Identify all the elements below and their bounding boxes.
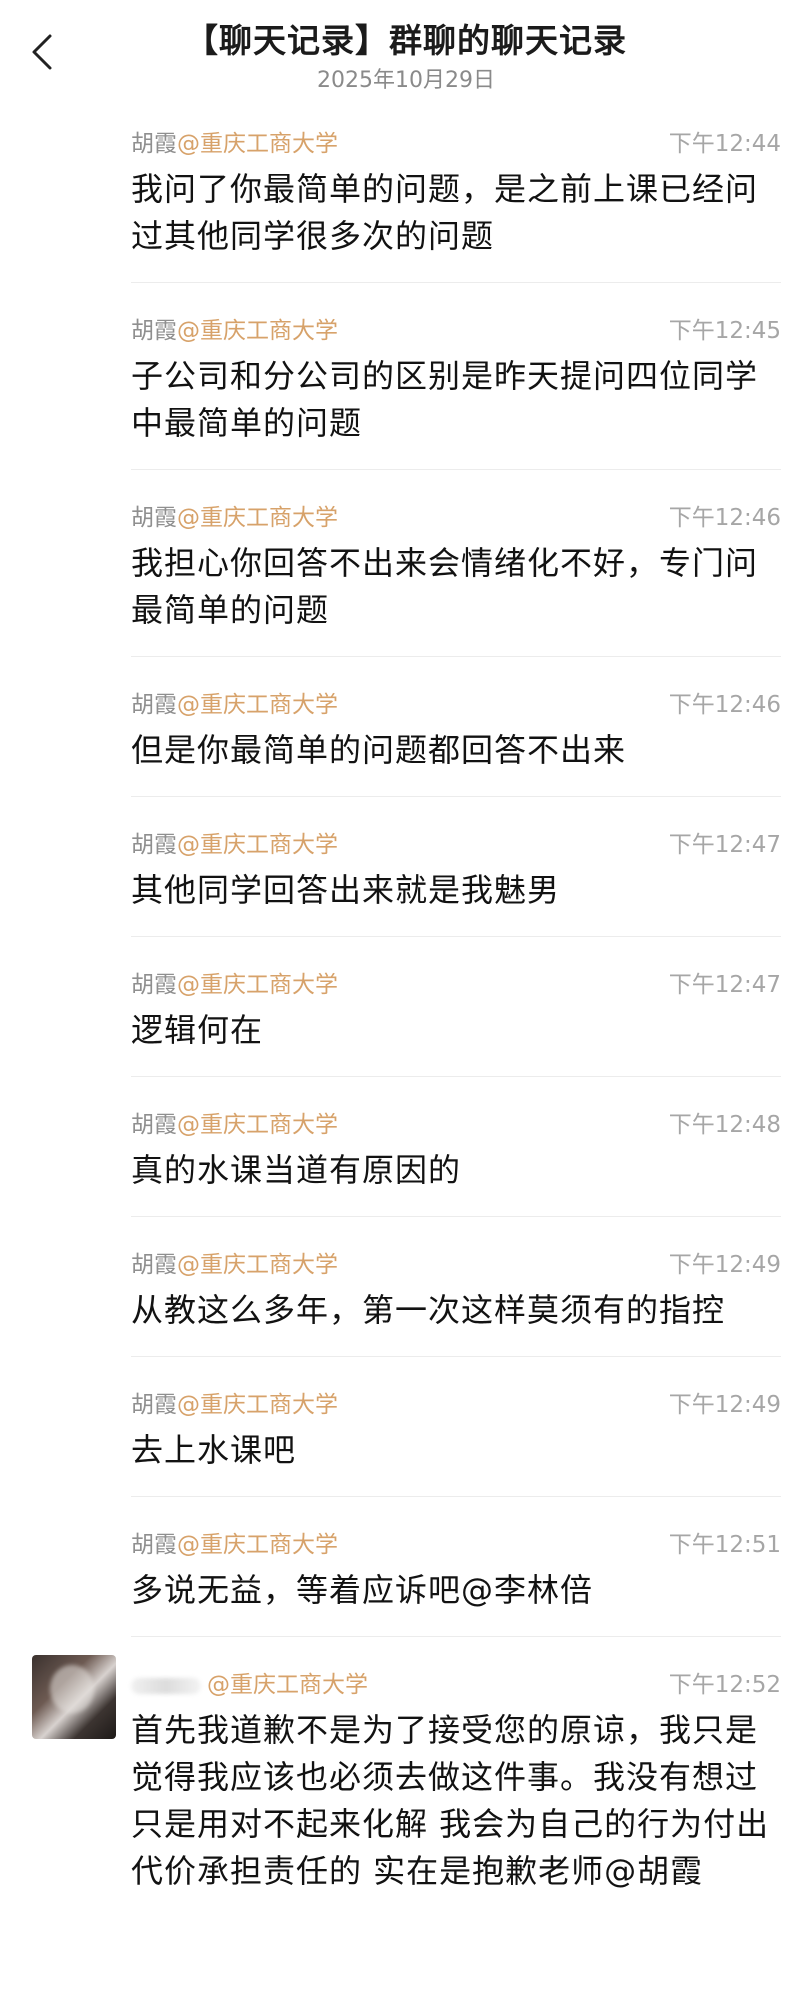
message-time: 下午12:45 [668, 318, 781, 344]
message-time: 下午12:49 [668, 1392, 781, 1418]
message-list: 胡霞@重庆工商大学 下午12:44 我问了你最简单的问题，是之前上课已经问过其他… [0, 96, 812, 1917]
page-title: 【聊天记录】群聊的聊天记录 [185, 21, 627, 60]
message-text[interactable]: 从教这么多年，第一次这样莫须有的指控 [131, 1287, 781, 1334]
message-text[interactable]: 我问了你最简单的问题，是之前上课已经问过其他同学很多次的问题 [131, 166, 781, 260]
message-meta: 胡霞@重庆工商大学 下午12:51 [131, 1530, 781, 1560]
sender-org: @重庆工商大学 [177, 318, 338, 344]
sender-name[interactable]: 胡霞 [131, 692, 177, 718]
message-meta: 胡霞@重庆工商大学 下午12:45 [131, 316, 781, 346]
sender-name[interactable]: 胡霞 [131, 505, 177, 531]
message-text[interactable]: 真的水课当道有原因的 [131, 1147, 781, 1194]
sender-name[interactable]: 胡霞 [131, 1532, 177, 1558]
message-text[interactable]: 我担心你回答不出来会情绪化不好，专门问最简单的问题 [131, 540, 781, 634]
message-text[interactable]: 多说无益，等着应诉吧@李林倍 [131, 1567, 781, 1614]
sender-name[interactable]: 胡霞 [131, 1252, 177, 1278]
message-text[interactable]: 去上水课吧 [131, 1427, 781, 1474]
message-text[interactable]: 子公司和分公司的区别是昨天提问四位同学中最简单的问题 [131, 353, 781, 447]
chat-header: 【聊天记录】群聊的聊天记录 2025年10月29日 [0, 0, 812, 100]
sender-name[interactable]: 胡霞 [131, 1112, 177, 1138]
chat-date: 2025年10月29日 [317, 68, 495, 93]
message-item: 胡霞@重庆工商大学 下午12:49 从教这么多年，第一次这样莫须有的指控 [131, 1217, 781, 1357]
message-time: 下午12:44 [668, 131, 781, 157]
message-meta: 胡霞@重庆工商大学 下午12:46 [131, 690, 781, 720]
sender-org: @重庆工商大学 [177, 1252, 338, 1278]
message-time: 下午12:47 [668, 972, 781, 998]
message-item: 胡霞@重庆工商大学 下午12:51 多说无益，等着应诉吧@李林倍 [131, 1497, 781, 1637]
message-item: 胡霞@重庆工商大学 下午12:47 逻辑何在 [131, 937, 781, 1077]
message-time: 下午12:48 [668, 1112, 781, 1138]
sender-name[interactable]: 胡霞 [131, 972, 177, 998]
message-time: 下午12:49 [668, 1252, 781, 1278]
sender-name[interactable]: 胡霞 [131, 131, 177, 157]
sender-org: @重庆工商大学 [207, 1672, 368, 1698]
sender-org: @重庆工商大学 [177, 1392, 338, 1418]
message-text[interactable]: 首先我道歉不是为了接受您的原谅，我只是觉得我应该也必须去做这件事。我没有想过只是… [131, 1707, 781, 1895]
sender-name[interactable]: 胡霞 [131, 832, 177, 858]
message-meta: 胡霞@重庆工商大学 下午12:48 [131, 1110, 781, 1140]
message-time: 下午12:46 [668, 692, 781, 718]
message-meta: 胡霞@重庆工商大学 下午12:46 [131, 503, 781, 533]
message-time: 下午12:47 [668, 832, 781, 858]
sender-name[interactable]: 胡霞 [131, 318, 177, 344]
message-meta: 胡霞@重庆工商大学 下午12:47 [131, 830, 781, 860]
sender-org: @重庆工商大学 [177, 972, 338, 998]
message-meta: 胡霞@重庆工商大学 下午12:49 [131, 1390, 781, 1420]
message-item: 胡霞@重庆工商大学 下午12:48 真的水课当道有原因的 [131, 1077, 781, 1217]
avatar[interactable] [32, 1655, 116, 1739]
message-item: 胡霞@重庆工商大学 下午12:45 子公司和分公司的区别是昨天提问四位同学中最简… [131, 283, 781, 470]
sender-org: @重庆工商大学 [177, 131, 338, 157]
sender-org: @重庆工商大学 [177, 505, 338, 531]
blurred-sender-name [131, 1677, 201, 1694]
sender-org: @重庆工商大学 [177, 1112, 338, 1138]
message-text[interactable]: 逻辑何在 [131, 1007, 781, 1054]
message-text[interactable]: 但是你最简单的问题都回答不出来 [131, 727, 781, 774]
message-item: 胡霞@重庆工商大学 下午12:46 我担心你回答不出来会情绪化不好，专门问最简单… [131, 470, 781, 657]
message-meta: 胡霞@重庆工商大学 下午12:44 [131, 129, 781, 159]
message-item: @重庆工商大学 下午12:52 首先我道歉不是为了接受您的原谅，我只是觉得我应该… [32, 1637, 781, 1917]
sender-org: @重庆工商大学 [177, 1532, 338, 1558]
message-item: 胡霞@重庆工商大学 下午12:46 但是你最简单的问题都回答不出来 [131, 657, 781, 797]
sender-name[interactable]: 胡霞 [131, 1392, 177, 1418]
message-meta: 胡霞@重庆工商大学 下午12:47 [131, 970, 781, 1000]
message-item: 胡霞@重庆工商大学 下午12:47 其他同学回答出来就是我魅男 [131, 797, 781, 937]
message-text[interactable]: 其他同学回答出来就是我魅男 [131, 867, 781, 914]
message-item: 胡霞@重庆工商大学 下午12:49 去上水课吧 [131, 1357, 781, 1497]
message-meta: 胡霞@重庆工商大学 下午12:49 [131, 1250, 781, 1280]
message-time: 下午12:46 [668, 505, 781, 531]
sender-org: @重庆工商大学 [177, 692, 338, 718]
message-meta: @重庆工商大学 下午12:52 [131, 1670, 781, 1700]
message-time: 下午12:52 [668, 1672, 781, 1698]
message-time: 下午12:51 [668, 1532, 781, 1558]
sender-org: @重庆工商大学 [177, 832, 338, 858]
message-item: 胡霞@重庆工商大学 下午12:44 我问了你最简单的问题，是之前上课已经问过其他… [131, 96, 781, 283]
